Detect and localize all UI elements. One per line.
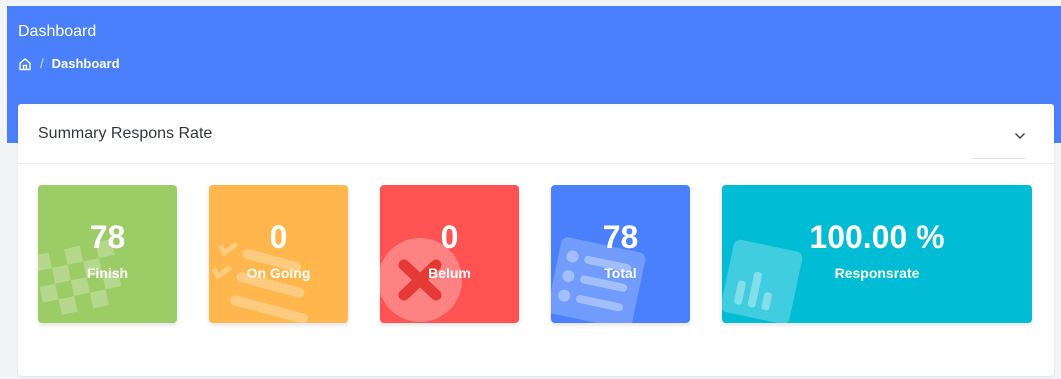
breadcrumb-current: Dashboard — [51, 56, 120, 71]
tile-label: On Going — [246, 265, 311, 281]
tile-label: Total — [604, 265, 637, 281]
tile-finish[interactable]: 78 Finish — [38, 185, 177, 323]
page-title: Dashboard — [18, 23, 97, 40]
tile-belum[interactable]: 0 Belum — [380, 185, 519, 323]
tile-on-going[interactable]: 0 On Going — [209, 185, 348, 323]
card-header: Summary Respons Rate — [18, 104, 1054, 164]
tile-value: 0 — [269, 219, 288, 255]
tile-value: 100.00 % — [809, 219, 945, 255]
summary-card: Summary Respons Rate 78 Finish 0 On Goin… — [18, 104, 1054, 376]
tile-value: 78 — [89, 219, 126, 255]
tile-responsrate[interactable]: 100.00 % Responsrate — [722, 185, 1032, 323]
tile-value: 78 — [602, 219, 639, 255]
home-icon[interactable] — [18, 57, 32, 71]
card-title: Summary Respons Rate — [38, 125, 213, 142]
tile-label: Responsrate — [834, 265, 920, 281]
breadcrumb: / Dashboard — [18, 56, 120, 71]
breadcrumb-separator: / — [40, 56, 44, 71]
chevron-down-icon[interactable] — [1012, 128, 1028, 144]
tile-total[interactable]: 78 Total — [551, 185, 690, 323]
header-divider — [972, 158, 1026, 159]
tile-label: Finish — [86, 265, 129, 281]
tile-value: 0 — [440, 219, 459, 255]
dashboard-page: Dashboard / Dashboard Summary Respons Ra… — [0, 0, 1061, 379]
tile-label: Belum — [428, 265, 471, 281]
